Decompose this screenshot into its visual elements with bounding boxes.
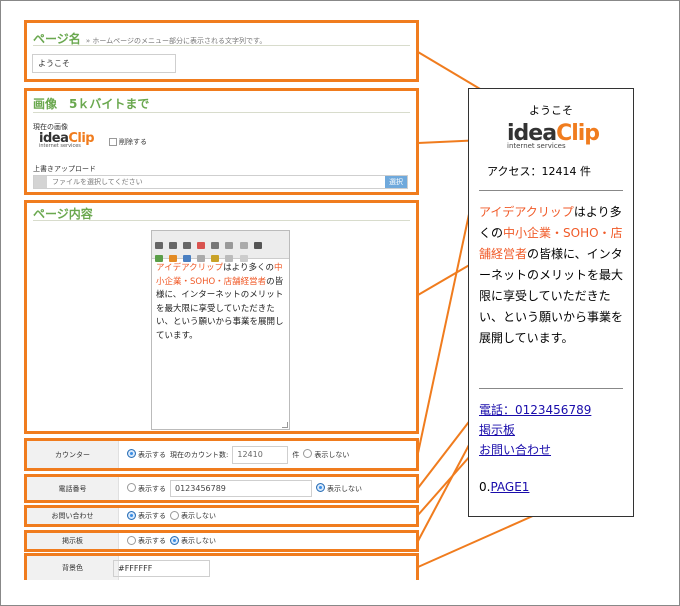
bgcolor-label: 背景色: [27, 556, 119, 580]
inquiry-show-radio[interactable]: [127, 510, 136, 520]
undo-icon[interactable]: [225, 255, 234, 262]
phone-hide-radio[interactable]: [316, 483, 325, 492]
bbs-show-radio[interactable]: [127, 535, 136, 545]
table-icon[interactable]: [183, 255, 192, 262]
redo-icon[interactable]: [239, 255, 248, 262]
counter-label: カウンター: [27, 441, 119, 468]
flash-icon[interactable]: [169, 255, 178, 262]
editor-toolbar: [152, 231, 289, 262]
inquiry-hide-option[interactable]: 表示しない: [170, 510, 216, 521]
file-input-placeholder: ファイルを選択してください: [52, 178, 143, 186]
current-image-logo: ideaClip internet services: [39, 132, 95, 149]
phone-hide-label: 表示しない: [327, 484, 362, 493]
counter-row: カウンター 表示する 現在のカウント数: 12410 件 表示しない: [24, 438, 419, 471]
editor-content[interactable]: アイデアクリップはより多くの中小企業・SOHO・店舗経営者の皆様に、インターネッ…: [152, 259, 289, 346]
preview-bbs-link[interactable]: 掲示板: [479, 423, 515, 437]
inquiry-row: お問い合わせ 表示する 表示しない: [24, 505, 419, 527]
source-icon[interactable]: [253, 242, 262, 249]
page-name-title: ページ名: [33, 32, 81, 46]
image-insert-icon[interactable]: [155, 255, 163, 262]
delete-checkbox[interactable]: [109, 138, 117, 146]
phone-show-label: 表示する: [138, 484, 166, 493]
counter-current-label: 現在のカウント数:: [170, 450, 229, 459]
bbs-label: 掲示板: [27, 533, 119, 549]
page-name-section: ページ名 » ホームページのメニュー部分に表示される文字列です。 ようこそ: [24, 20, 419, 82]
bbs-hide-label: 表示しない: [181, 537, 216, 545]
page-name-input[interactable]: ようこそ: [32, 54, 176, 73]
preview-title: ようこそ: [529, 104, 573, 117]
page-name-hint: » ホームページのメニュー部分に表示される文字列です。: [85, 37, 267, 45]
inquiry-hide-radio[interactable]: [170, 510, 179, 520]
preview-text-company: アイデアクリップ: [479, 205, 574, 219]
preview-access-counter: アクセス：12414 件: [487, 165, 591, 178]
counter-unit: 件: [292, 450, 300, 459]
preview-inquiry-link[interactable]: お問い合わせ: [479, 443, 551, 457]
inquiry-show-option[interactable]: 表示する: [127, 510, 166, 521]
preview-logo: ideaClip internet services: [507, 123, 600, 150]
editor-text: はより多くの: [223, 263, 274, 273]
eraser-icon[interactable]: [197, 255, 206, 262]
phone-input[interactable]: 0123456789: [170, 480, 312, 497]
counter-hide-label: 表示しない: [314, 450, 350, 459]
upload-label: 上書きアップロード: [33, 165, 96, 173]
preview-panel: ようこそ ideaClip internet services アクセス：124…: [468, 88, 634, 517]
counter-count-input[interactable]: 12410: [232, 445, 289, 464]
phone-show-option[interactable]: 表示する: [127, 483, 166, 494]
divider: [479, 388, 623, 389]
connector-bgcolor: [417, 514, 536, 568]
preview-page-list: 0.PAGE1: [479, 480, 529, 494]
inquiry-hide-label: 表示しない: [181, 512, 216, 520]
resize-handle-icon[interactable]: [282, 422, 288, 428]
image-title: 画像 5ｋバイトまで: [33, 97, 150, 111]
counter-hide-radio[interactable]: [303, 449, 313, 458]
rich-text-editor[interactable]: アイデアクリップはより多くの中小企業・SOHO・店舗経営者の皆様に、インターネッ…: [151, 230, 290, 430]
bbs-row: 掲示板 表示する 表示しない: [24, 530, 419, 552]
phone-row: 電話番号 表示する 0123456789 表示しない: [24, 474, 419, 503]
counter-hide-option[interactable]: 表示しない: [303, 449, 350, 460]
divider: [33, 45, 410, 46]
inquiry-label: お問い合わせ: [27, 508, 119, 524]
bgcolor-row: 背景色 #FFFFFF: [24, 553, 419, 580]
counter-show-label: 表示する: [138, 450, 166, 459]
image-section: 画像 5ｋバイトまで 現在の画像 ideaClip internet servi…: [24, 88, 419, 195]
phone-label: 電話番号: [27, 477, 119, 500]
preview-links: 電話：0123456789 掲示板 お問い合わせ: [479, 400, 591, 460]
counter-show-radio[interactable]: [127, 449, 136, 458]
page-name-input-value: ようこそ: [38, 59, 70, 68]
delete-label: 削除する: [119, 138, 147, 146]
select-file-button[interactable]: 選択: [385, 176, 407, 188]
preview-content: アイデアクリップはより多くの中小企業・SOHO・店舗経営者の皆様に、インターネッ…: [479, 202, 627, 349]
preview-phone-link[interactable]: 電話：0123456789: [479, 403, 591, 417]
brush-icon[interactable]: [211, 255, 220, 262]
divider: [479, 190, 623, 191]
preview-page-number: 0.: [479, 480, 491, 494]
counter-show-option[interactable]: 表示する: [127, 449, 166, 460]
inquiry-show-label: 表示する: [138, 512, 166, 520]
divider: [33, 112, 410, 113]
file-icon: [34, 176, 47, 188]
bbs-hide-radio[interactable]: [170, 535, 179, 545]
delete-checkbox-group: 削除する: [109, 137, 147, 147]
file-input[interactable]: ファイルを選択してください 選択: [33, 175, 408, 189]
bgcolor-input[interactable]: #FFFFFF: [113, 559, 210, 577]
phone-show-radio[interactable]: [127, 483, 136, 492]
bbs-show-label: 表示する: [138, 537, 166, 545]
bbs-show-option[interactable]: 表示する: [127, 535, 166, 546]
preview-text: の皆様に、インターネットのメリットを最大限に享受していただきたい、という願いから…: [479, 247, 624, 345]
page-content-section: ページ内容 アイデアクリップはより多くの中小企業・SOHO・店舗経営者の皆様に、…: [24, 200, 419, 434]
preview-page-link[interactable]: PAGE1: [490, 480, 529, 494]
editor-text-company: アイデアクリップ: [156, 263, 224, 273]
bbs-hide-option[interactable]: 表示しない: [170, 535, 216, 546]
phone-hide-option[interactable]: 表示しない: [316, 483, 362, 494]
divider: [33, 220, 410, 221]
